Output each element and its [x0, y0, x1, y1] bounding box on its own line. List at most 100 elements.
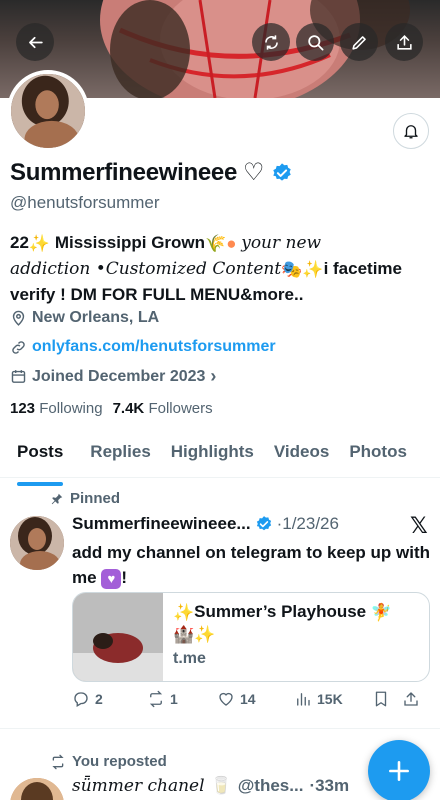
- like-count: 14: [240, 691, 256, 707]
- refresh-button[interactable]: [252, 23, 290, 61]
- card-title: ✨Summer’s Playhouse 🧚: [173, 601, 392, 624]
- share-icon: [404, 692, 418, 706]
- following-count: 123: [10, 400, 36, 417]
- follow-stats: 123 Following 7.4K Followers: [10, 400, 213, 417]
- bio-text: 22: [10, 233, 29, 252]
- link-card[interactable]: ✨Summer’s Playhouse 🧚 🏰✨ t.me: [72, 592, 430, 682]
- fairy-emoji: 🧚: [370, 602, 393, 622]
- post-actions: 2 1 14 15K: [72, 690, 430, 708]
- purple-heart-emoji: ♥: [101, 568, 122, 589]
- verified-badge-icon[interactable]: [271, 162, 293, 184]
- repost-button[interactable]: 1: [147, 690, 217, 708]
- bio-text: addiction •Customized Content: [10, 259, 282, 280]
- calendar-icon: [11, 370, 26, 383]
- bio-text: i facetime: [323, 259, 402, 279]
- chevron-right-icon: ›: [210, 366, 217, 386]
- reply-icon: [74, 692, 88, 707]
- post-avatar[interactable]: [10, 778, 64, 800]
- post-text-line: !: [121, 568, 127, 587]
- share-button[interactable]: [385, 23, 423, 61]
- followers-link[interactable]: 7.4K Followers: [113, 400, 213, 417]
- bio-text: Mississippi Grown: [54, 233, 206, 252]
- post-time: ·33m: [309, 776, 350, 795]
- following-link[interactable]: 123 Following: [10, 400, 103, 417]
- repost-indicator: You reposted: [50, 753, 167, 770]
- like-button[interactable]: 14: [217, 690, 294, 708]
- card-thumbnail: [73, 593, 163, 681]
- profile-bio: 22✨ Mississippi Grown🌾● your new addicti…: [10, 230, 430, 307]
- post-divider: [0, 728, 440, 729]
- tab-highlights[interactable]: Highlights: [171, 436, 254, 477]
- pin-icon: [51, 493, 63, 504]
- repost-icon: [52, 754, 64, 769]
- post-text: add my channel on telegram to keep up wi…: [72, 540, 432, 590]
- wheat-emoji: 🌾: [205, 234, 227, 254]
- tab-posts[interactable]: Posts: [17, 436, 64, 486]
- post-author-name[interactable]: Summerfineewineee...: [72, 514, 251, 534]
- repost-label: You reposted: [72, 753, 167, 770]
- bio-line-3: verify ! DM FOR FULL MENU&more..: [10, 285, 304, 305]
- arrow-left-icon: [28, 36, 43, 48]
- pinned-label: Pinned: [70, 490, 121, 507]
- masks-emoji: 🎭: [281, 260, 303, 280]
- sparkles-emoji: ✨: [173, 602, 195, 622]
- tab-videos[interactable]: Videos: [274, 436, 329, 477]
- reply-count: 2: [95, 691, 103, 707]
- post-header: Summerfineewineee... ·1/23/26: [72, 514, 339, 534]
- card-title-text: Summer’s Playhouse: [194, 602, 367, 621]
- views-count: 15K: [317, 691, 343, 707]
- back-button[interactable]: [16, 23, 54, 61]
- repost-icon: [149, 690, 163, 708]
- share-post-button[interactable]: [402, 690, 420, 708]
- bookmark-icon: [375, 691, 387, 707]
- card-image: [73, 593, 163, 681]
- display-name: Summerfineewineee: [10, 158, 237, 186]
- edit-icon: [351, 35, 366, 50]
- joined-row[interactable]: Joined December 2023 ›: [10, 366, 216, 387]
- search-button[interactable]: [296, 23, 334, 61]
- following-label: Following: [39, 400, 103, 417]
- milk-emoji: 🥛: [210, 776, 232, 795]
- heart-icon: [219, 692, 233, 706]
- website-link[interactable]: onlyfans.com/henutsforsummer: [32, 338, 276, 356]
- reply-button[interactable]: 2: [72, 690, 147, 708]
- pinned-indicator: Pinned: [50, 490, 120, 507]
- followers-count: 7.4K: [112, 400, 145, 417]
- views-chart-icon: [297, 693, 310, 706]
- followers-label: Followers: [148, 400, 213, 417]
- post-date: ·1/23/26: [276, 514, 339, 533]
- card-domain: t.me: [173, 650, 206, 668]
- card-title-line-2: 🏰✨: [173, 624, 392, 647]
- repost-count: 1: [170, 691, 178, 707]
- bio-text: your new: [241, 233, 322, 253]
- joined-text: Joined December 2023: [32, 367, 206, 385]
- refresh-icon: [264, 34, 278, 50]
- sparkles-emoji: ✨: [302, 260, 324, 280]
- share-icon: [396, 34, 412, 50]
- compose-button[interactable]: [368, 740, 430, 800]
- post-text-line: add my channel on telegram to keep up: [72, 543, 392, 562]
- location-icon: [12, 310, 25, 326]
- link-icon: [12, 340, 25, 354]
- post-header: sǖmmer chanel 🥛 @thes... ·33m: [72, 776, 349, 796]
- search-icon: [307, 34, 323, 50]
- name-row: Summerfineewineee ♡: [10, 158, 293, 187]
- edit-button[interactable]: [340, 23, 378, 61]
- bookmark-button[interactable]: [372, 690, 402, 708]
- location-text: New Orleans, LA: [32, 309, 160, 326]
- tab-photos[interactable]: Photos: [349, 436, 407, 477]
- location-row: New Orleans, LA: [10, 309, 159, 327]
- post-author-name[interactable]: sǖmmer chanel: [72, 776, 205, 796]
- notifications-button[interactable]: [393, 113, 429, 149]
- sparkles-emoji: ✨: [28, 234, 51, 254]
- verified-badge-icon: [256, 516, 271, 531]
- views-button[interactable]: 15K: [294, 690, 372, 708]
- website-row[interactable]: onlyfans.com/henutsforsummer: [10, 338, 276, 356]
- avatar-image: [10, 516, 64, 570]
- profile-avatar[interactable]: [7, 70, 89, 152]
- tab-replies[interactable]: Replies: [90, 436, 150, 477]
- profile-handle: @henutsforsummer: [10, 193, 160, 212]
- profile-tabs: Posts Replies Highlights Videos Photos: [0, 436, 440, 486]
- x-logo-icon: 𝕏: [410, 513, 428, 538]
- post-avatar[interactable]: [10, 516, 64, 570]
